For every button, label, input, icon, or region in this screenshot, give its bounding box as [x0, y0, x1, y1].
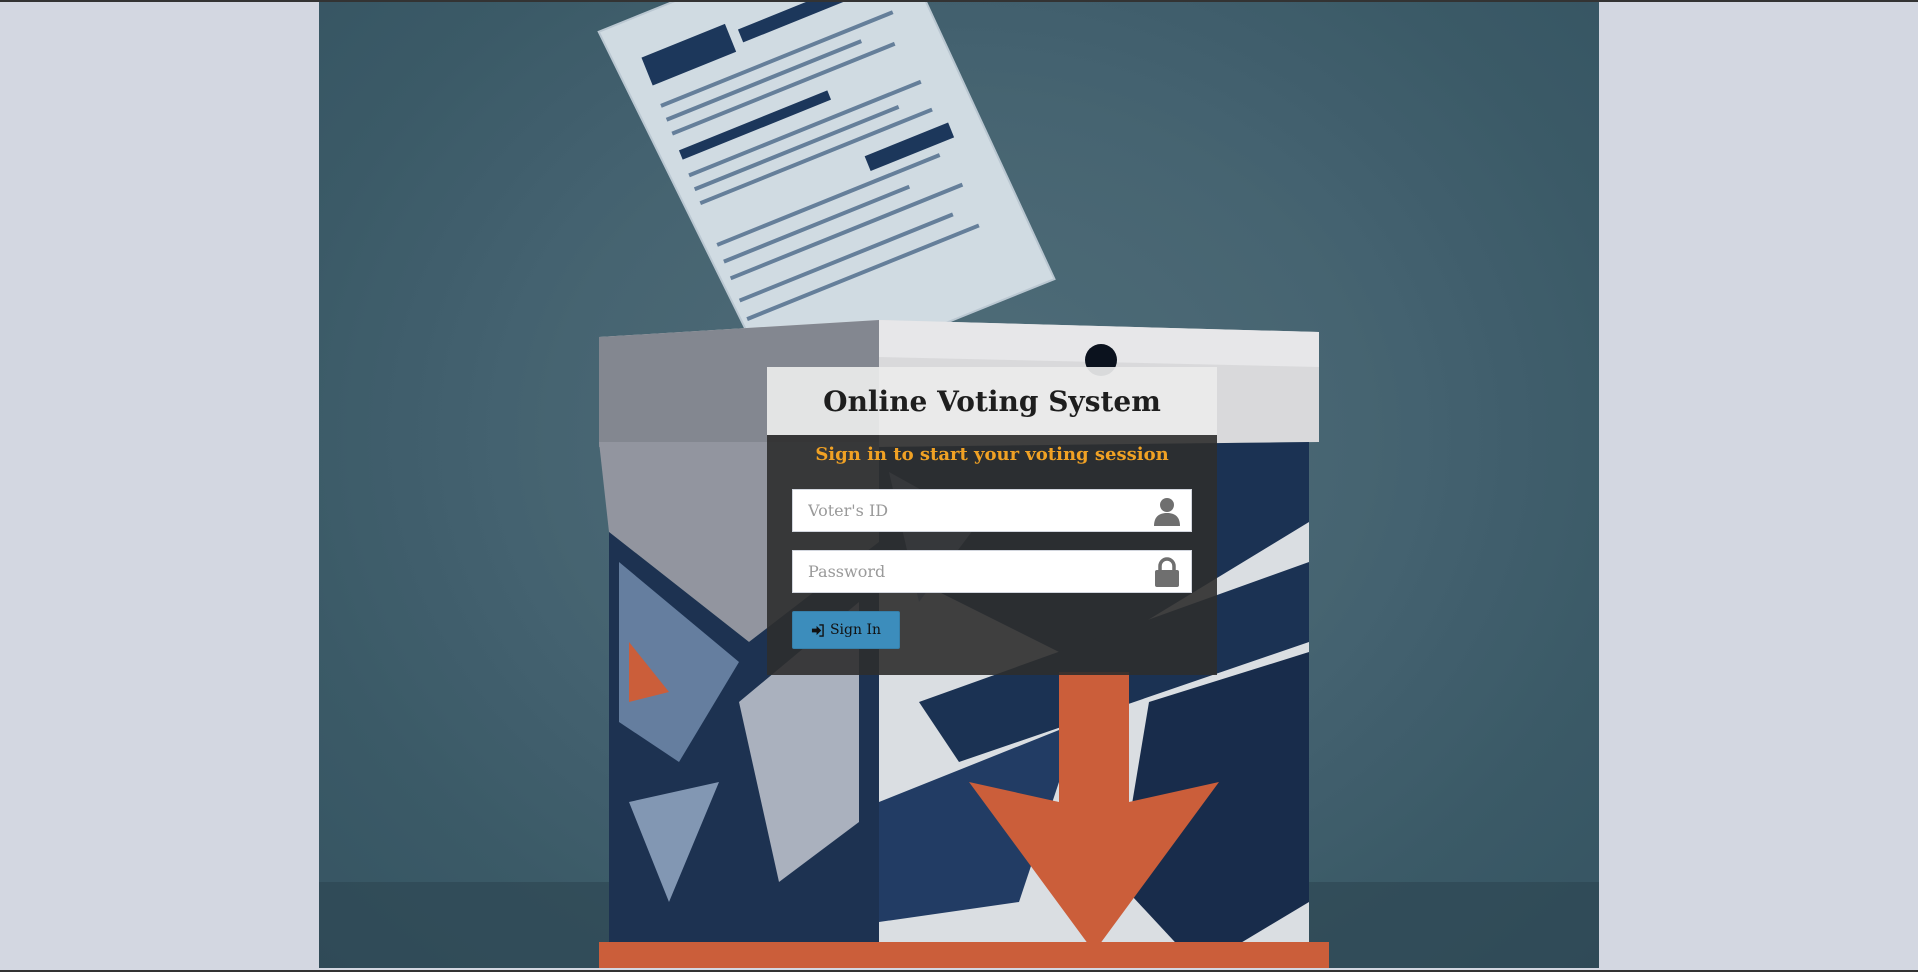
user-icon [1154, 498, 1180, 526]
login-message: Sign in to start your voting session [815, 444, 1169, 465]
sign-in-icon [811, 623, 824, 637]
lock-icon [1155, 557, 1179, 587]
sign-in-button[interactable]: Sign In [792, 611, 900, 649]
login-box-body: Sign in to start your voting session Sig… [767, 435, 1217, 675]
voter-id-field [792, 489, 1192, 532]
page-title: Online Voting System [767, 367, 1217, 435]
login-box: Online Voting System Sign in to start yo… [767, 367, 1217, 675]
password-input[interactable] [793, 551, 1163, 592]
password-field [792, 550, 1192, 593]
sign-in-label: Sign In [829, 622, 882, 638]
voter-id-input[interactable] [793, 490, 1163, 531]
